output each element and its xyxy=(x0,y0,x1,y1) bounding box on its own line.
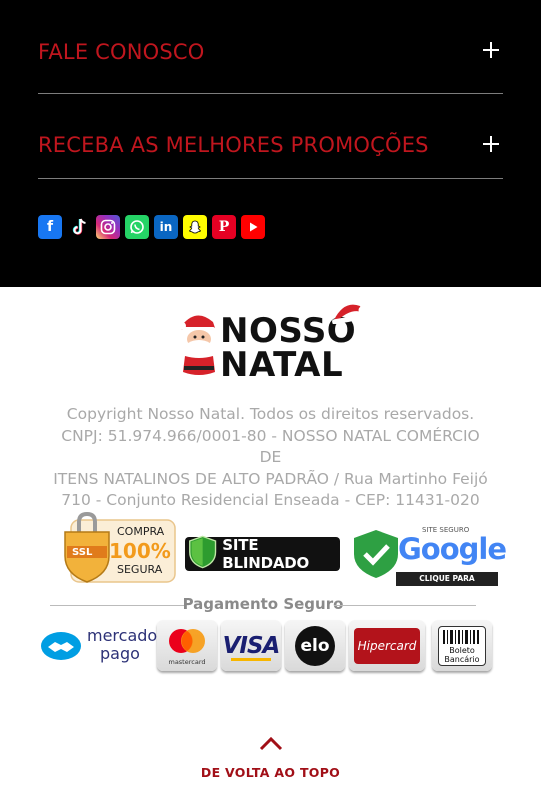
payment-title-row: Pagamento Seguro xyxy=(50,594,476,616)
elo-label: elo xyxy=(295,625,335,666)
mercado-pago-logo: mercado pago xyxy=(40,626,157,666)
boleto-card: Boleto Bancário xyxy=(432,620,492,671)
chevron-up-icon[interactable] xyxy=(259,735,283,751)
google-brand: Google xyxy=(398,532,507,566)
plus-icon[interactable] xyxy=(483,42,499,58)
shield-check-icon xyxy=(354,530,398,578)
barcode-icon: Boleto Bancário xyxy=(438,625,486,666)
mastercard-label: mastercard xyxy=(168,658,206,666)
boleto-label-1: Boleto xyxy=(449,645,475,655)
mercado-line1: mercado xyxy=(87,626,158,645)
handshake-icon xyxy=(41,632,81,660)
instagram-icon[interactable] xyxy=(96,215,120,239)
ssl-tag: SSL xyxy=(72,547,93,558)
brand-logo[interactable]: NOSSO NATAL xyxy=(175,300,370,384)
back-to-top-button[interactable]: DE VOLTA AO TOPO xyxy=(0,735,541,780)
whatsapp-icon[interactable] xyxy=(125,215,149,239)
ssl-line3: SEGURA xyxy=(117,563,163,576)
back-to-top-label[interactable]: DE VOLTA AO TOPO xyxy=(0,765,541,780)
accordion-label: FALE CONOSCO xyxy=(38,40,205,64)
visa-card: VISA xyxy=(221,620,281,671)
hipercard-label: Hipercard xyxy=(354,627,420,664)
payment-methods: mercado pago mastercard VISA elo Hiperca… xyxy=(40,620,500,672)
youtube-icon[interactable] xyxy=(241,215,265,239)
accordion-promocoes[interactable]: RECEBA AS MELHORES PROMOÇÕES xyxy=(38,85,503,179)
santa-icon xyxy=(178,315,215,375)
social-icons: f in P xyxy=(38,215,265,239)
accordion-label: RECEBA AS MELHORES PROMOÇÕES xyxy=(38,133,429,157)
tiktok-icon[interactable] xyxy=(67,215,91,239)
ssl-badge[interactable]: SSL COMPRA 100% SEGURA xyxy=(57,512,177,586)
footer-dark-section: FALE CONOSCO RECEBA AS MELHORES PROMOÇÕE… xyxy=(0,0,541,287)
legal-info: Copyright Nosso Natal. Todos os direitos… xyxy=(50,404,491,512)
shield-icon xyxy=(189,535,217,569)
divider xyxy=(334,605,476,606)
company-line: ITENS NATALINOS DE ALTO PADRÃO / Rua Mar… xyxy=(53,469,488,488)
security-badges: SSL COMPRA 100% SEGURA SITE BLINDADO SIT… xyxy=(0,512,541,597)
address-line: 710 - Conjunto Residencial Enseada - CEP… xyxy=(61,491,480,509)
mastercard-card: mastercard xyxy=(157,620,217,671)
mercado-line2: pago xyxy=(100,644,140,663)
boleto-label-2: Bancário xyxy=(444,654,480,664)
copyright-line: Copyright Nosso Natal. Todos os direitos… xyxy=(66,405,475,423)
santa-hat-icon xyxy=(332,304,366,324)
site-blindado-badge[interactable]: SITE BLINDADO xyxy=(185,535,340,572)
plus-icon[interactable] xyxy=(483,136,499,152)
ssl-line2: 100% xyxy=(109,539,171,563)
linkedin-icon[interactable]: in xyxy=(154,215,178,239)
elo-card: elo xyxy=(285,620,345,671)
visa-label: VISA xyxy=(222,632,281,659)
cnpj-line: CNPJ: 51.974.966/0001-80 - NOSSO NATAL C… xyxy=(61,426,480,467)
blindado-label: SITE BLINDADO xyxy=(222,536,310,572)
ssl-line1: COMPRA xyxy=(117,525,165,538)
accordion-fale-conosco[interactable]: FALE CONOSCO xyxy=(38,0,503,94)
pinterest-icon[interactable]: P xyxy=(212,215,236,239)
google-safe-badge[interactable]: SITE SEGURO Google CLIQUE PARA VERIFICAR xyxy=(350,526,507,597)
logo-word-2: NATAL xyxy=(220,345,344,385)
payment-title: Pagamento Seguro xyxy=(182,595,344,613)
google-cta: CLIQUE PARA VERIFICAR xyxy=(396,572,498,597)
snapchat-icon[interactable] xyxy=(183,215,207,239)
facebook-icon[interactable]: f xyxy=(38,215,62,239)
hipercard-card: Hipercard xyxy=(349,620,425,671)
